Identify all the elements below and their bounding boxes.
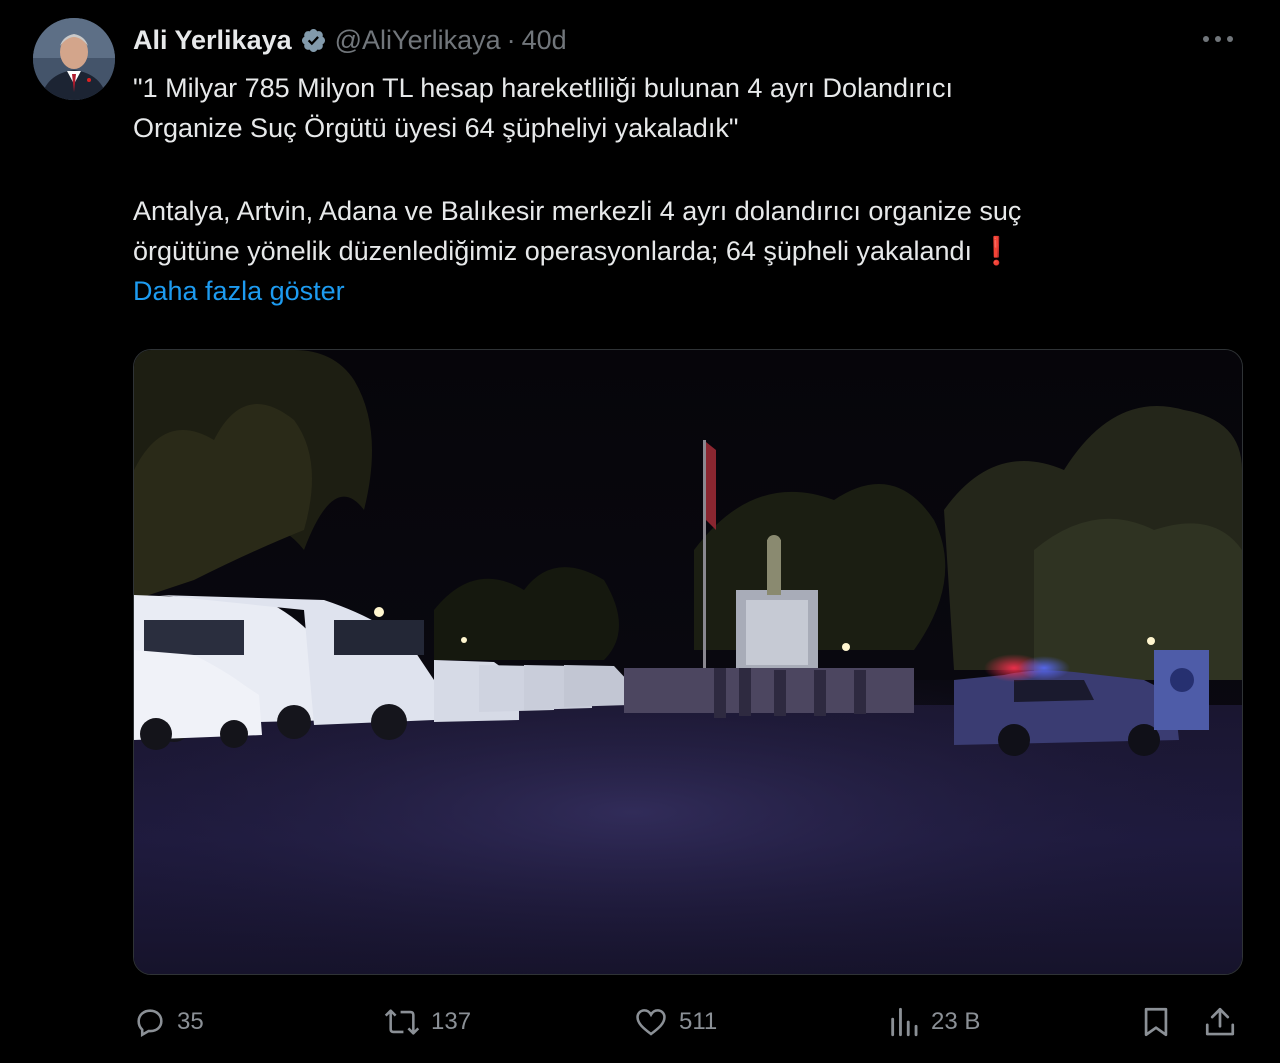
action-bar: 35 137 511 23 B bbox=[133, 998, 1241, 1046]
verified-badge-icon bbox=[300, 27, 327, 54]
reply-button[interactable]: 35 bbox=[133, 998, 204, 1046]
heart-icon bbox=[636, 1009, 666, 1036]
separator-dot: · bbox=[506, 24, 516, 55]
more-options-icon[interactable] bbox=[1200, 24, 1236, 54]
repost-icon bbox=[384, 1009, 420, 1035]
show-more-link[interactable]: Daha fazla göster bbox=[133, 276, 345, 306]
bookmark-icon bbox=[1144, 1007, 1168, 1037]
display-name[interactable]: Ali Yerlikaya bbox=[133, 25, 292, 56]
tweet-text-line: Antalya, Artvin, Adana ve Balıkesir merk… bbox=[133, 196, 1022, 226]
share-icon bbox=[1205, 1007, 1235, 1036]
repost-count: 137 bbox=[431, 1008, 472, 1035]
share-button[interactable] bbox=[1203, 998, 1247, 1046]
like-count: 511 bbox=[679, 1008, 718, 1035]
views-count: 23 B bbox=[931, 1008, 981, 1035]
timestamp[interactable]: 40d bbox=[522, 25, 567, 56]
tweet-text-line: "1 Milyar 785 Milyon TL hesap hareketlil… bbox=[133, 73, 954, 103]
views-button[interactable]: 23 B bbox=[887, 998, 980, 1046]
exclamation-emoji-icon: ❗ bbox=[979, 236, 1014, 266]
handle[interactable]: @AliYerlikaya bbox=[335, 25, 501, 56]
reply-count: 35 bbox=[177, 1008, 204, 1035]
analytics-icon bbox=[891, 1007, 918, 1037]
tweet-photo[interactable] bbox=[133, 349, 1243, 975]
bookmark-button[interactable] bbox=[1139, 998, 1183, 1046]
like-button[interactable]: 511 bbox=[633, 998, 717, 1046]
tweet: Ali Yerlikaya @AliYerlikaya · 40d "1 Mil… bbox=[0, 0, 1280, 1063]
reply-icon bbox=[137, 1009, 163, 1037]
tweet-text-segment: örgütüne yönelik düzenlediğimiz operasyo… bbox=[133, 236, 973, 266]
tweet-text-line: Organize Suç Örgütü üyesi 64 şüpheliyi y… bbox=[133, 113, 739, 143]
repost-button[interactable]: 137 bbox=[383, 998, 471, 1046]
tweet-text: "1 Milyar 785 Milyon TL hesap hareketlil… bbox=[133, 68, 1243, 311]
avatar[interactable] bbox=[33, 18, 115, 100]
tweet-text-line: örgütüne yönelik düzenlediğimiz operasyo… bbox=[133, 231, 1243, 271]
tweet-header: Ali Yerlikaya @AliYerlikaya · 40d bbox=[133, 22, 567, 58]
